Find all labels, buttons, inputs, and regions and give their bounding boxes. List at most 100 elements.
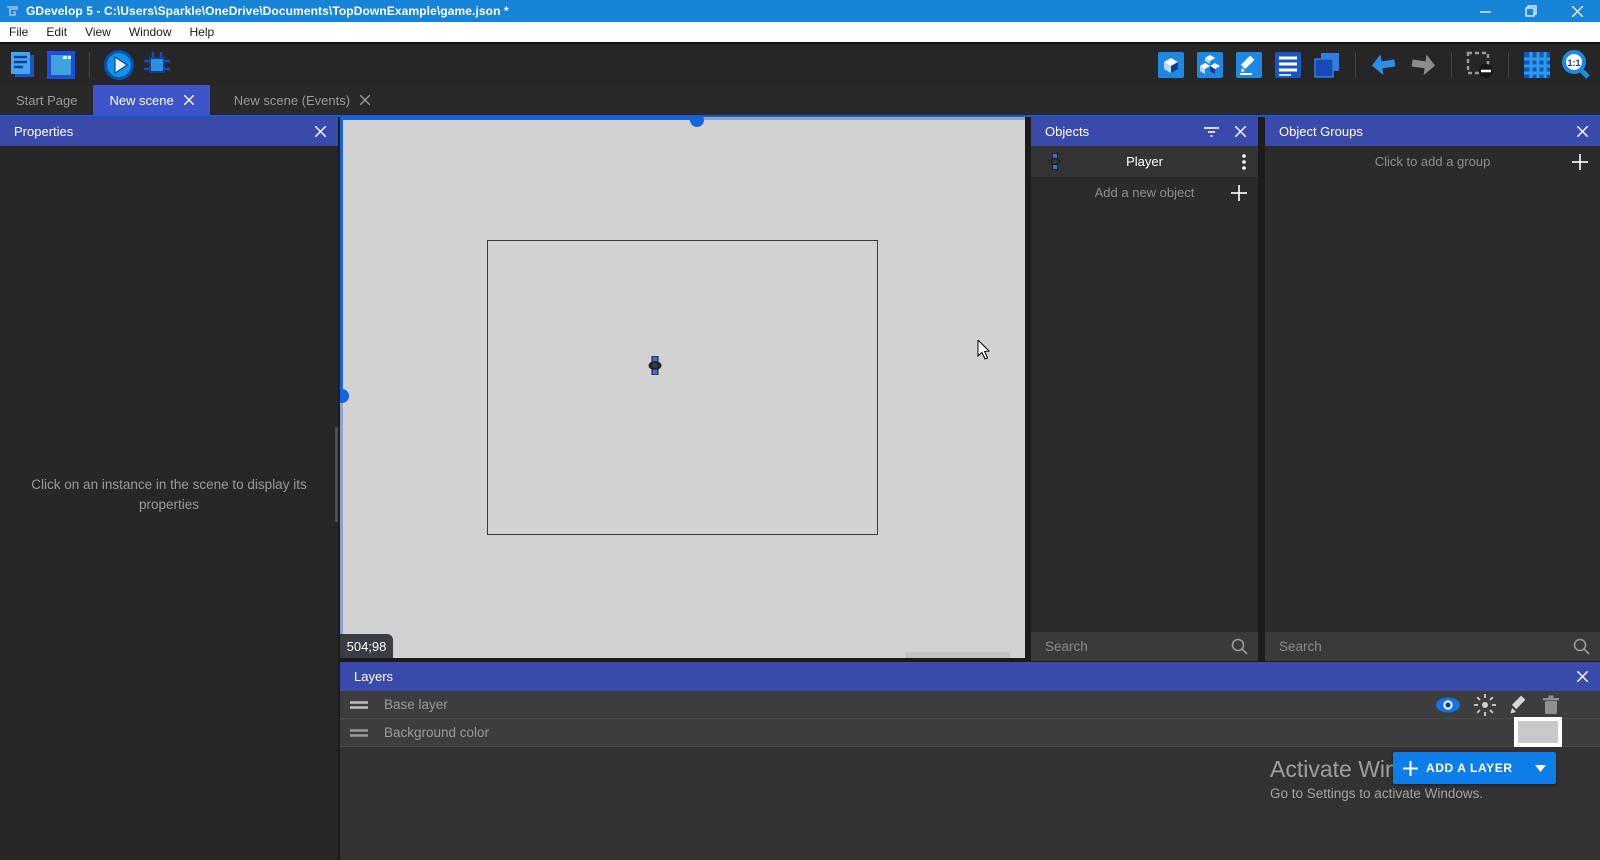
properties-panel-button[interactable]	[1233, 49, 1265, 81]
object-menu-icon[interactable]	[1242, 154, 1246, 170]
toolbar-separator	[89, 52, 90, 78]
tab-label: New scene	[109, 93, 173, 108]
menu-file[interactable]: File	[0, 22, 37, 42]
toolbar-separator	[1451, 52, 1452, 78]
tab-start-page[interactable]: Start Page	[0, 85, 93, 115]
cursor-coordinates: 504;98	[340, 634, 393, 658]
close-icon[interactable]	[1235, 126, 1246, 137]
tab-close-icon[interactable]	[360, 95, 370, 105]
restore-icon	[1525, 5, 1537, 17]
canvas-hscrollbar-track[interactable]	[697, 117, 1025, 120]
preview-window-icon	[46, 50, 76, 80]
tab-label: New scene (Events)	[234, 93, 350, 108]
object-groups-title: Object Groups	[1279, 124, 1363, 139]
tab-bar: Start Page New scene New scene (Events)	[0, 85, 1600, 115]
add-group-row[interactable]: Click to add a group	[1265, 146, 1600, 177]
objects-panel-button[interactable]	[1155, 49, 1187, 81]
drag-handle-icon[interactable]	[350, 701, 368, 709]
objects-search-input[interactable]	[1045, 639, 1231, 654]
close-button[interactable]	[1554, 0, 1600, 22]
instances-list-button[interactable]	[1272, 49, 1304, 81]
menu-window[interactable]: Window	[120, 22, 181, 42]
properties-icon	[1234, 50, 1264, 80]
redo-button[interactable]	[1407, 49, 1439, 81]
objects-icon	[1156, 50, 1186, 80]
canvas-vscroll-thumb[interactable]	[340, 389, 349, 403]
plus-icon[interactable]	[1572, 154, 1588, 170]
layers-panel: Layers Base layer	[340, 662, 1600, 860]
canvas-bottom-scroll-thumb[interactable]	[905, 652, 1010, 658]
visibility-eye-icon[interactable]	[1435, 696, 1461, 714]
drag-handle-icon[interactable]	[350, 729, 368, 737]
plus-icon[interactable]	[1231, 185, 1247, 201]
svg-text:1:1: 1:1	[1567, 58, 1580, 68]
canvas-vscrollbar-track[interactable]	[340, 396, 343, 658]
menu-help[interactable]: Help	[181, 22, 224, 42]
add-layer-button[interactable]: ADD A LAYER	[1393, 752, 1556, 784]
background-color-value	[1518, 721, 1558, 743]
scene-canvas[interactable]: 504;98	[340, 117, 1025, 658]
menu-view[interactable]: View	[76, 22, 120, 42]
project-manager-icon	[7, 50, 37, 80]
canvas-hscroll-thumb[interactable]	[690, 117, 704, 127]
object-groups-panel: Object Groups Click to add a group	[1265, 117, 1600, 661]
delete-layer-trash-icon[interactable]	[1542, 695, 1560, 715]
add-group-label: Click to add a group	[1265, 154, 1600, 169]
tab-new-scene-events[interactable]: New scene (Events)	[218, 85, 386, 115]
objects-title: Objects	[1045, 124, 1089, 139]
edit-layer-pencil-icon[interactable]	[1509, 695, 1529, 715]
canvas-vscrollbar[interactable]	[340, 117, 343, 396]
close-icon	[1572, 6, 1583, 17]
undo-button[interactable]	[1368, 49, 1400, 81]
tab-close-icon[interactable]	[184, 95, 194, 105]
player-instance[interactable]	[648, 356, 662, 375]
layers-icon	[1312, 50, 1342, 80]
layer-row-background-color[interactable]: Background color	[340, 719, 1600, 747]
restore-button[interactable]	[1508, 0, 1554, 22]
groups-search-input[interactable]	[1279, 639, 1573, 654]
toolbar: 1:1	[0, 42, 1600, 85]
search-icon	[1573, 638, 1590, 655]
toolbar-separator	[1508, 52, 1509, 78]
debug-button[interactable]	[141, 49, 173, 81]
menu-edit[interactable]: Edit	[37, 22, 76, 42]
debug-icon	[141, 49, 173, 81]
layer-effects-icon[interactable]	[1474, 694, 1496, 716]
layers-header: Layers	[340, 662, 1600, 691]
tab-new-scene[interactable]: New scene	[93, 85, 209, 115]
canvas-hscrollbar[interactable]	[340, 117, 697, 120]
object-groups-panel-button[interactable]	[1194, 49, 1226, 81]
redo-icon	[1408, 50, 1438, 80]
layer-name: Base layer	[384, 697, 448, 712]
properties-empty-message: Click on an instance in the scene to dis…	[20, 475, 318, 515]
preview-window-button[interactable]	[45, 49, 77, 81]
mouse-cursor-icon	[977, 340, 993, 362]
tab-label: Start Page	[16, 93, 77, 108]
play-button[interactable]	[102, 49, 134, 81]
title-bar: GDevelop 5 - C:\Users\Sparkle\OneDrive\D…	[0, 0, 1600, 22]
minimize-button[interactable]	[1462, 0, 1508, 22]
properties-title: Properties	[14, 124, 73, 139]
close-icon[interactable]	[1577, 671, 1588, 682]
filter-icon[interactable]	[1204, 126, 1219, 137]
layer-name: Background color	[384, 725, 489, 740]
delete-instances-button[interactable]	[1464, 49, 1496, 81]
properties-scrollbar[interactable]	[335, 427, 338, 522]
objects-search-row	[1031, 632, 1258, 661]
layers-panel-button[interactable]	[1311, 49, 1343, 81]
layer-row-base[interactable]: Base layer	[340, 691, 1600, 719]
gdevelop-logo-icon	[5, 4, 19, 18]
zoom-1-1-icon: 1:1	[1560, 49, 1592, 81]
chevron-down-icon[interactable]	[1535, 765, 1546, 772]
background-color-swatch[interactable]	[1514, 717, 1562, 747]
project-manager-button[interactable]	[6, 49, 38, 81]
base-layer-actions	[1435, 691, 1560, 719]
close-icon[interactable]	[315, 126, 326, 137]
object-row-player[interactable]: Player	[1031, 146, 1258, 177]
objects-panel: Objects Player Add a new object	[1031, 117, 1258, 661]
zoom-1-1-button[interactable]: 1:1	[1560, 49, 1592, 81]
groups-search-row	[1265, 632, 1600, 661]
grid-button[interactable]	[1521, 49, 1553, 81]
close-icon[interactable]	[1577, 126, 1588, 137]
add-object-row[interactable]: Add a new object	[1031, 177, 1258, 208]
